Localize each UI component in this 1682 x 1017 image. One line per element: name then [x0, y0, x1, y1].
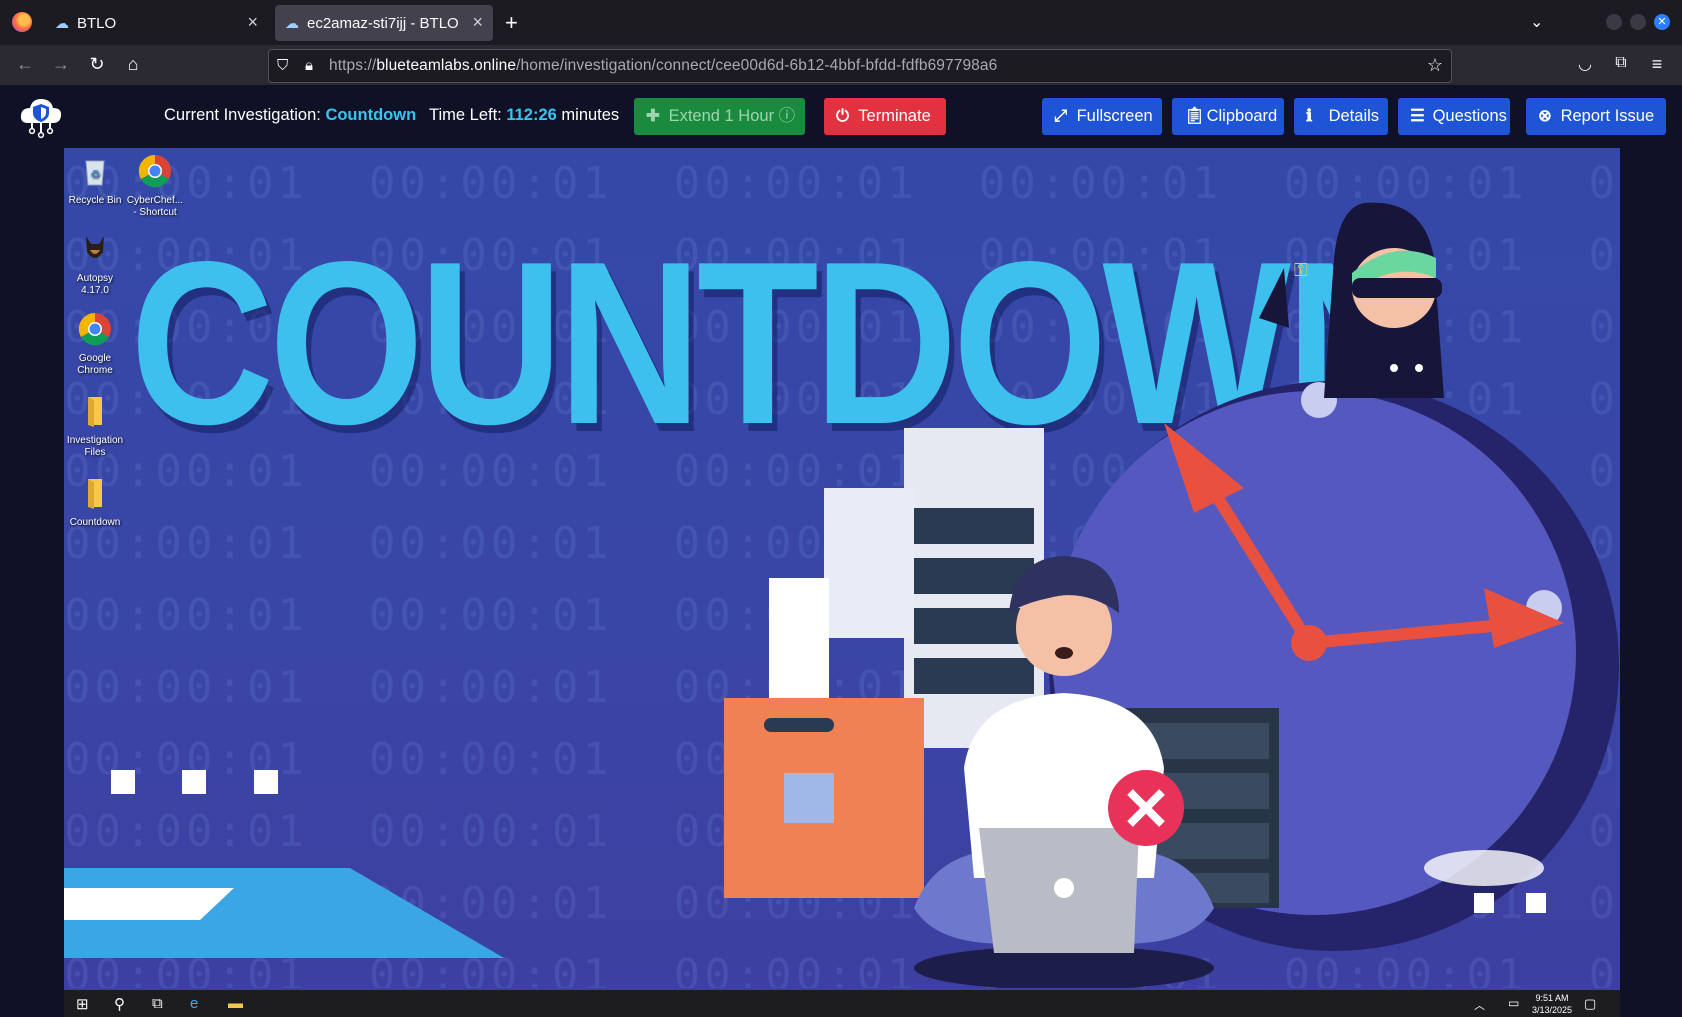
svg-text:♻: ♻	[90, 168, 100, 181]
bookmark-star-icon[interactable]: ☆	[1427, 55, 1443, 76]
clipboard-button[interactable]: 📋︎ Clipboard	[1172, 98, 1284, 135]
taskbar-clock[interactable]: 9:51 AM 3/13/2025	[1532, 992, 1572, 1016]
recycle-bin-icon: ♻	[85, 160, 105, 186]
forward-icon[interactable]: →	[50, 54, 72, 75]
btlo-favicon-icon: ☁	[55, 15, 69, 31]
report-issue-button[interactable]: ⊗ Report Issue	[1526, 98, 1666, 135]
browser-tab-strip: ☁ BTLO × ☁ ec2amaz-sti7ijj - BTLO × + ⌄ …	[0, 0, 1682, 45]
questions-button[interactable]: ☰ Questions	[1398, 98, 1510, 135]
file-explorer-icon[interactable]: ▬	[228, 995, 243, 1012]
details-button[interactable]: ℹ Details	[1294, 98, 1388, 135]
wallpaper-square	[254, 770, 278, 794]
wallpaper-square	[182, 770, 206, 794]
chrome-icon	[78, 312, 111, 346]
menu-icon[interactable]: ≡	[1646, 54, 1668, 75]
autopsy-dog-icon	[86, 236, 104, 258]
extensions-icon[interactable]: ⧉	[1610, 54, 1632, 72]
terminate-button[interactable]: ⏻ Terminate	[824, 98, 946, 135]
tab-label: ec2amaz-sti7ijj - BTLO	[307, 15, 459, 32]
windows-start-icon[interactable]: ⊞	[76, 995, 89, 1013]
info-icon: ⓘ	[778, 107, 796, 125]
desktop-icon-google-chrome[interactable]: Google Chrome	[64, 312, 126, 377]
btlo-favicon-icon: ☁	[285, 15, 299, 31]
back-icon[interactable]: ←	[14, 54, 36, 75]
desktop-icon-recycle-bin[interactable]: ♻ Recycle Bin	[64, 154, 126, 207]
shield-icon[interactable]: ⛉	[277, 57, 288, 74]
close-window-button[interactable]: ✕	[1654, 14, 1670, 30]
internet-explorer-icon[interactable]: e	[190, 995, 198, 1012]
remote-desktop-view[interactable]: 00:00:01 00:00:01 00:00:01 00:00:01 00:0…	[64, 148, 1620, 1017]
desktop-icon-cyberchef[interactable]: CyberChef... - Shortcut	[124, 154, 186, 219]
chevron-up-icon[interactable]: ︿	[1474, 997, 1485, 1013]
reload-icon[interactable]: ↻	[86, 54, 108, 75]
home-icon[interactable]: ⌂	[122, 54, 144, 75]
close-tab-icon[interactable]: ×	[247, 12, 258, 33]
extend-hour-button[interactable]: ✚ Extend 1 Hour ⓘ	[634, 98, 805, 135]
search-icon[interactable]: ⚲	[114, 995, 125, 1013]
windows-taskbar: ⊞ ⚲ ⧉ e ▬ ︿ ▭ 9:51 AM 3/13/2025 ▢	[64, 990, 1620, 1017]
power-icon: ⏻	[836, 107, 850, 125]
time-left-value: 112:26	[506, 106, 557, 124]
lock-icon[interactable]: 🔒︎	[305, 57, 313, 74]
close-circle-icon: ⊗	[1538, 107, 1552, 125]
tab-label: BTLO	[77, 15, 117, 32]
folder-icon	[88, 479, 102, 509]
url-text[interactable]: https://blueteamlabs.online/home/investi…	[329, 57, 997, 75]
fullscreen-button[interactable]: ⤢ Fullscreen	[1042, 98, 1162, 135]
task-view-icon[interactable]: ⧉	[152, 995, 163, 1012]
svg-text:⚿: ⚿	[1294, 260, 1308, 281]
investigation-name: Countdown	[325, 106, 417, 124]
expand-icon: ⤢	[1054, 107, 1068, 125]
btlo-logo[interactable]	[18, 93, 64, 139]
address-bar[interactable]: ⛉ 🔒︎ https://blueteamlabs.online/home/in…	[268, 49, 1452, 83]
time-left: Time Left: 112:26 minutes	[429, 106, 620, 124]
minimize-button[interactable]	[1606, 14, 1622, 30]
info-icon: ℹ	[1306, 107, 1313, 125]
wallpaper-square	[1526, 893, 1546, 913]
desktop-icon-autopsy[interactable]: Autopsy 4.17.0	[64, 232, 126, 297]
chevron-down-icon[interactable]: ⌄	[1530, 12, 1543, 32]
tab-investigation[interactable]: ☁ ec2amaz-sti7ijj - BTLO ×	[275, 5, 493, 41]
notification-icon[interactable]: ▢	[1584, 996, 1596, 1012]
network-icon[interactable]: ▭	[1508, 996, 1519, 1010]
list-check-icon: ☰	[1410, 107, 1425, 125]
desktop-icon-countdown[interactable]: Countdown	[64, 476, 126, 529]
firefox-icon[interactable]	[12, 12, 32, 32]
plus-icon: ✚	[646, 107, 660, 125]
desktop-icon-investigation-files[interactable]: Investigation Files	[64, 394, 126, 459]
btlo-header: Current Investigation: Countdown Time Le…	[0, 85, 1682, 148]
person-illustration	[914, 556, 1214, 988]
new-tab-icon[interactable]: +	[505, 10, 518, 36]
folder-icon	[88, 397, 102, 427]
clipboard-icon: 📋︎	[1184, 107, 1205, 125]
current-investigation: Current Investigation: Countdown	[164, 106, 417, 124]
chrome-icon	[138, 154, 171, 188]
wallpaper-square	[1474, 893, 1494, 913]
pocket-icon[interactable]: ◡	[1574, 54, 1596, 74]
browser-nav-bar: ← → ↻ ⌂ ⛉ 🔒︎ https://blueteamlabs.online…	[0, 45, 1682, 85]
close-tab-icon[interactable]: ×	[472, 12, 483, 33]
maximize-button[interactable]	[1630, 14, 1646, 30]
wallpaper-square	[111, 770, 135, 794]
tab-btlo[interactable]: ☁ BTLO ×	[45, 5, 268, 41]
